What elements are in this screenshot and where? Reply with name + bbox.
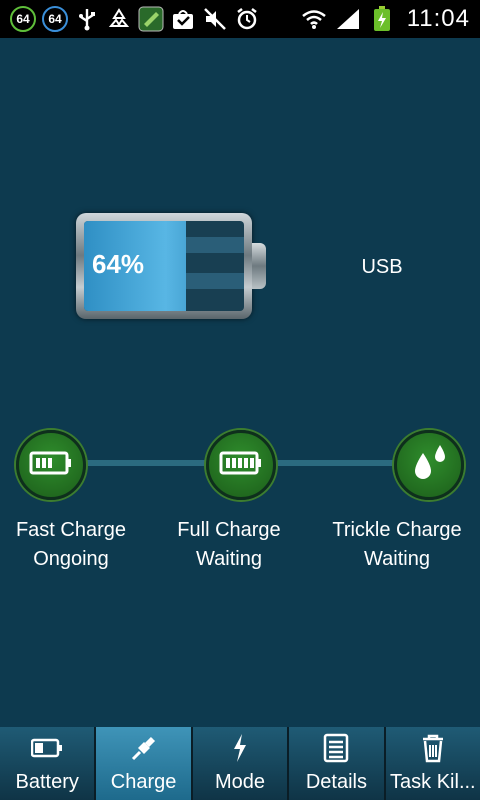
trash-icon [420,731,446,765]
app-icon [138,6,164,32]
stage-full-charge[interactable] [206,430,276,500]
power-source-label: USB [361,256,403,278]
stage-title: Trickle Charge [332,519,462,541]
stage-title: Full Charge [177,519,281,541]
alarm-icon [234,6,260,32]
battery-graphic: 64% [76,213,266,319]
battery-cap [252,243,266,289]
stage-title: Fast Charge [15,519,127,541]
battery-low-icon [29,450,73,481]
tab-battery[interactable]: Battery [0,727,97,800]
battery-percent: 64% [92,249,145,279]
tab-label: Task Kil... [390,771,476,793]
battery-full-icon [219,450,263,481]
stage-full-charge-label: Full Charge Waiting [144,516,314,574]
tab-details[interactable]: Details [289,727,386,800]
stage-status: Waiting [196,548,262,570]
lightning-icon [230,731,250,765]
tab-label: Battery [15,771,79,793]
tab-label: Details [305,771,367,793]
shopping-bag-icon [170,6,196,32]
stage-fast-charge-label: Fast Charge Ongoing [0,516,156,574]
usb-icon [74,6,100,32]
notification-badge-1: 64 [10,6,36,32]
tab-charge[interactable]: Charge [96,727,193,800]
droplets-icon [407,443,451,488]
battery-icon [31,731,63,765]
bottom-tab-bar: Battery Charge Mode Details Task Kil... [0,727,480,800]
stage-trickle-charge-label: Trickle Charge Waiting [312,516,480,574]
stage-status: Waiting [364,548,430,570]
plug-icon [129,731,159,765]
tab-task-killer[interactable]: Task Kil... [385,727,480,800]
list-icon [323,731,349,765]
tab-mode[interactable]: Mode [192,727,290,800]
battery-charging-icon [369,6,395,32]
mute-icon [202,6,228,32]
stage-fast-charge[interactable] [16,430,86,500]
recycle-icon [106,6,132,32]
stage-trickle-charge[interactable] [394,430,464,500]
notification-badge-2: 64 [42,6,68,32]
clock: 11:04 [406,5,470,32]
tab-label: Charge [110,771,177,793]
wifi-icon [301,6,327,32]
stage-status: Ongoing [33,548,109,570]
status-bar: 64 64 11:04 [0,0,480,38]
signal-icon [335,6,361,32]
tab-label: Mode [215,771,266,793]
